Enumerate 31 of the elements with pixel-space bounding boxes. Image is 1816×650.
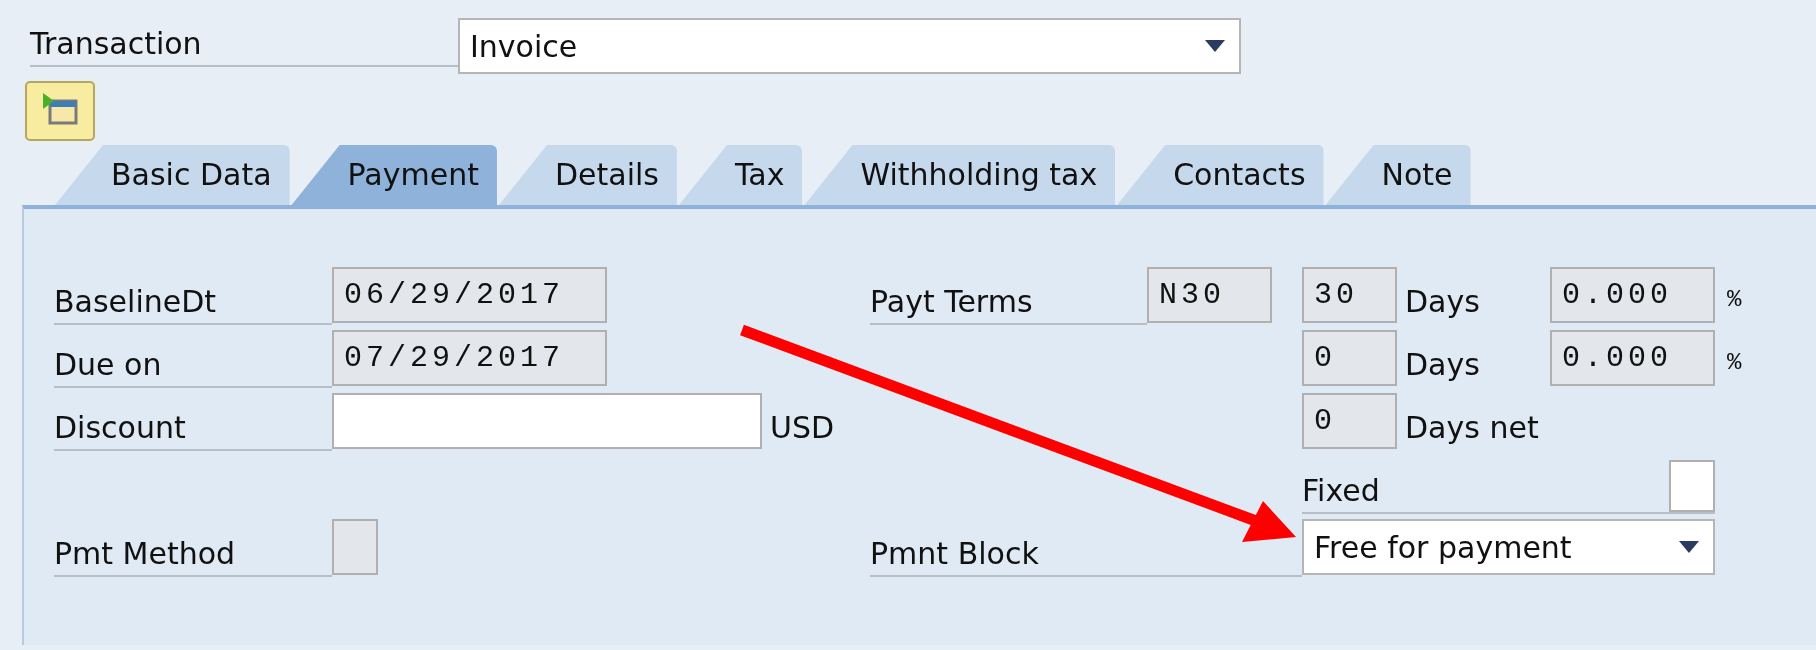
caret-icon	[1679, 541, 1699, 553]
tab[interactable]: Tax	[678, 145, 803, 205]
days-label: Days	[1404, 346, 1481, 384]
tab[interactable]: Details	[498, 145, 677, 205]
date-field[interactable]: 07/29/2017	[332, 330, 607, 386]
percent-sign: %	[1726, 348, 1747, 378]
input-field[interactable]	[332, 519, 378, 575]
days-label: Days	[1404, 283, 1481, 321]
amount-field[interactable]	[332, 393, 762, 449]
days-field[interactable]: 0	[1302, 393, 1397, 449]
payment-block-dropdown[interactable]: Free for payment	[1302, 519, 1715, 575]
percent-field[interactable]: 0.000	[1550, 267, 1715, 323]
transaction-dropdown[interactable]: Invoice	[458, 18, 1241, 74]
percent-field[interactable]: 0.000	[1550, 330, 1715, 386]
field-label: Transaction	[30, 25, 458, 67]
days-field[interactable]: 0	[1302, 330, 1397, 386]
days-field[interactable]: 30	[1302, 267, 1397, 323]
tab[interactable]: Withholding tax	[804, 145, 1116, 205]
field-label: Fixed	[1302, 473, 1380, 510]
date-field[interactable]: 06/29/2017	[332, 267, 607, 323]
caret-icon	[1205, 40, 1225, 52]
tab[interactable]: Note	[1325, 145, 1471, 205]
tab[interactable]: Contacts	[1117, 145, 1324, 205]
tab[interactable]: Payment	[291, 145, 497, 205]
terms-field[interactable]: N30	[1147, 267, 1272, 323]
currency-label: USD	[769, 409, 836, 447]
toolbar-button[interactable]	[25, 81, 95, 141]
days-label: Days net	[1404, 409, 1540, 447]
checkbox[interactable]	[1669, 460, 1715, 512]
tab[interactable]: Basic Data	[55, 145, 290, 205]
percent-sign: %	[1726, 285, 1747, 315]
